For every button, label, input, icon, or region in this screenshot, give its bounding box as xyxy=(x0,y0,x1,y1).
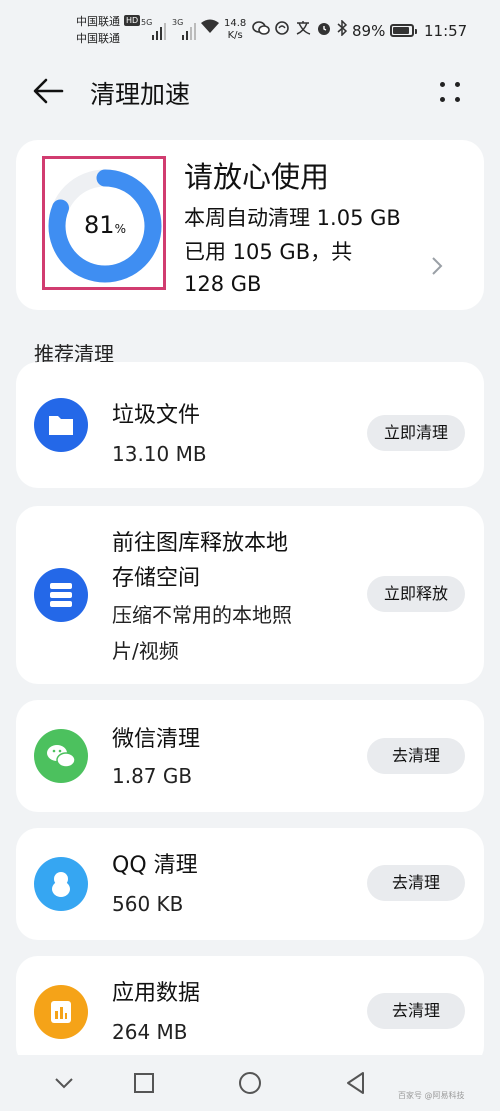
storage-total-text: 128 GB xyxy=(184,272,262,296)
list-item-wechat-cleanup[interactable]: 微信清理 1.87 GB 去清理 xyxy=(16,700,484,812)
item-size: 264 MB xyxy=(112,1020,188,1044)
signal-2-icon xyxy=(182,20,196,40)
carrier-2-label: 中国联通 xyxy=(76,32,120,45)
item-title: 垃圾文件 xyxy=(112,403,201,428)
battery-percent: 89% xyxy=(352,22,386,40)
storage-icon xyxy=(34,568,88,622)
storage-usage-text: 已用 105 GB，共 xyxy=(184,240,353,264)
network-5g-label: 5G xyxy=(141,18,153,27)
list-item-gallery-storage[interactable]: 前往图库释放本地 存储空间 压缩不常用的本地照 片/视频 立即释放 xyxy=(16,506,484,684)
item-title: 应用数据 xyxy=(112,981,201,1006)
storage-percent-value: 81 xyxy=(84,211,115,239)
status-bar: 中国联通 中国联通 HD 5G 3G 14.8 K/s 89% 11:57 xyxy=(0,0,500,62)
nav-back-button[interactable] xyxy=(342,1069,370,1097)
item-title: QQ 清理 xyxy=(112,853,198,878)
go-clean-button[interactable]: 去清理 xyxy=(367,993,465,1029)
item-title-line1: 前往图库释放本地 xyxy=(112,531,289,556)
wechat-icon xyxy=(34,729,88,783)
storage-gauge: 81% xyxy=(45,163,165,292)
triangle-back-icon xyxy=(347,1072,364,1094)
watermark: 百家号 @阿易科技 xyxy=(398,1091,465,1100)
nav-home-button[interactable] xyxy=(236,1069,264,1097)
hd-badge: HD xyxy=(124,15,141,26)
item-description-line2: 片/视频 xyxy=(112,639,179,663)
chevron-right-icon xyxy=(431,256,443,276)
circle-icon xyxy=(239,1072,261,1094)
storage-summary-card[interactable]: 81% 请放心使用 本周自动清理 1.05 GB 已用 105 GB，共 128… xyxy=(16,140,484,310)
app-data-icon xyxy=(34,985,88,1039)
free-up-button[interactable]: 立即释放 xyxy=(367,576,465,612)
network-speed-unit: K/s xyxy=(227,30,243,41)
network-speed-value: 14.8 xyxy=(224,18,247,29)
qq-penguin-icon xyxy=(34,857,88,911)
folder-icon xyxy=(34,398,88,452)
list-item-qq-cleanup[interactable]: QQ 清理 560 KB 去清理 xyxy=(16,828,484,940)
signal-1-icon xyxy=(152,20,166,40)
translate-icon xyxy=(295,20,313,40)
weekly-cleanup-text: 本周自动清理 1.05 GB xyxy=(184,206,401,230)
back-button[interactable] xyxy=(32,76,66,106)
storage-percent: 81% xyxy=(45,163,165,292)
item-size: 1.87 GB xyxy=(112,764,193,788)
item-title-line2: 存储空间 xyxy=(112,566,201,591)
network-speed: 14.8 K/s xyxy=(224,18,246,42)
go-clean-button[interactable]: 去清理 xyxy=(367,865,465,901)
battery-icon xyxy=(390,24,417,37)
clean-now-button[interactable]: 立即清理 xyxy=(367,415,465,451)
summary-heading: 请放心使用 xyxy=(184,160,330,194)
more-options-button[interactable] xyxy=(436,78,464,106)
nav-hide-button[interactable] xyxy=(50,1069,78,1097)
arrow-left-icon xyxy=(33,78,64,104)
storage-percent-sign: % xyxy=(114,222,126,236)
carrier-1-label: 中国联通 xyxy=(76,15,120,28)
gauge-highlight-frame: 81% xyxy=(42,156,166,290)
chevron-down-icon xyxy=(55,1078,73,1089)
go-clean-button[interactable]: 去清理 xyxy=(367,738,465,774)
square-icon xyxy=(134,1073,154,1093)
battery-level-fill xyxy=(393,27,410,34)
bluetooth-icon xyxy=(336,19,348,40)
clock: 11:57 xyxy=(424,22,468,40)
wechat-notification-icon xyxy=(252,20,270,40)
alarm-icon xyxy=(316,20,332,40)
list-item-junk-files[interactable]: 垃圾文件 13.10 MB 立即清理 xyxy=(16,362,484,488)
item-size: 13.10 MB xyxy=(112,442,207,466)
wifi-icon xyxy=(200,18,220,38)
nfc-icon xyxy=(274,20,292,40)
item-description-line1: 压缩不常用的本地照 xyxy=(112,603,292,627)
page-title: 清理加速 xyxy=(90,80,191,109)
system-nav-bar xyxy=(0,1055,500,1111)
list-item-app-data[interactable]: 应用数据 264 MB 去清理 xyxy=(16,956,484,1068)
app-header: 清理加速 xyxy=(0,62,500,122)
item-title: 微信清理 xyxy=(112,727,201,752)
nav-recents-button[interactable] xyxy=(130,1069,158,1097)
item-size: 560 KB xyxy=(112,892,184,916)
